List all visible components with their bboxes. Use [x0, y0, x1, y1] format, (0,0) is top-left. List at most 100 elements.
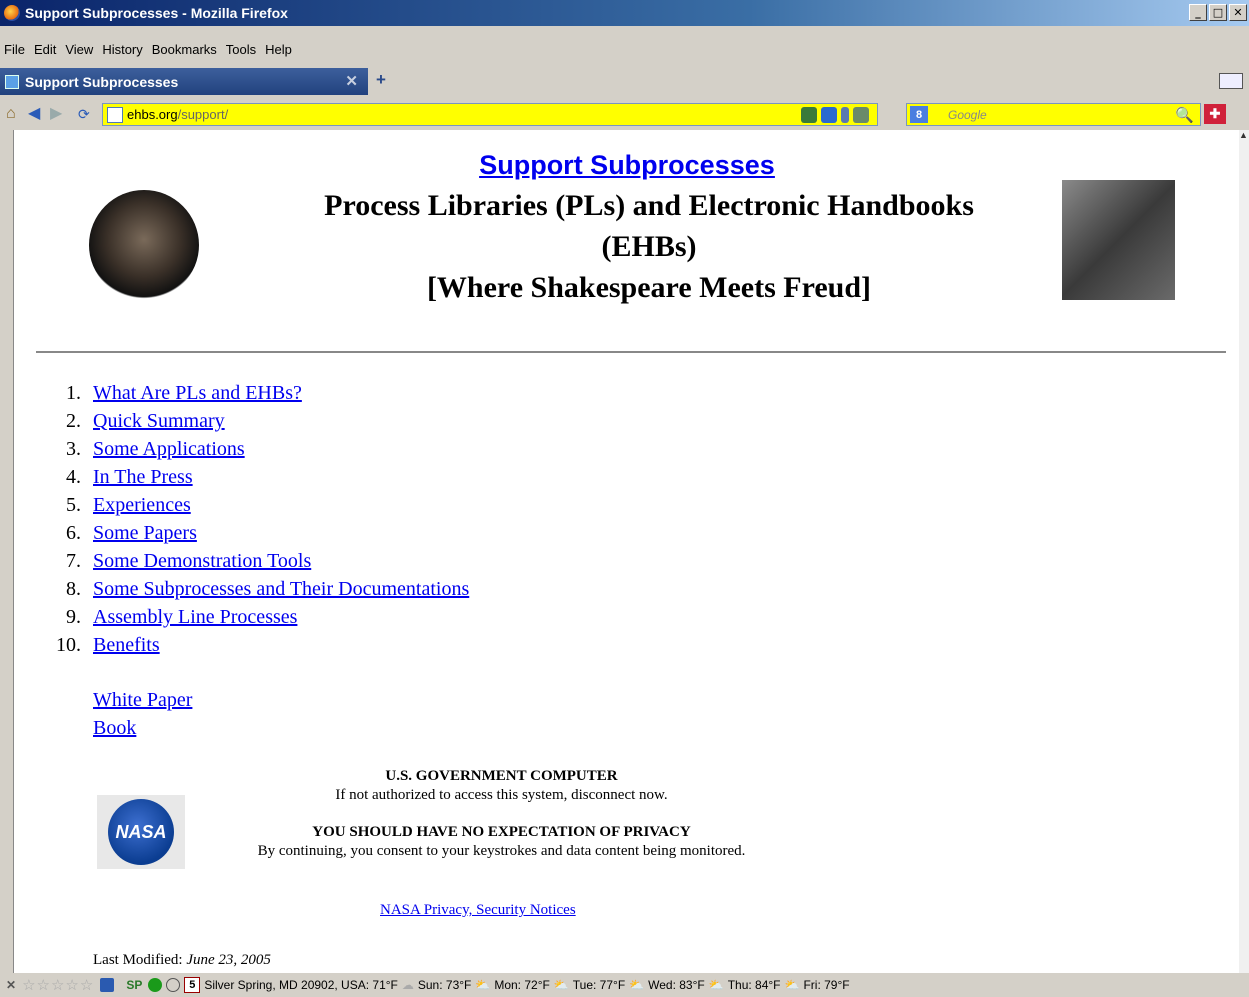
- url-path: /support/: [177, 107, 229, 122]
- dropdown-arrow-icon[interactable]: [841, 106, 849, 123]
- menu-history[interactable]: History: [102, 42, 142, 57]
- weather-current[interactable]: Silver Spring, MD 20902, USA: 71°F: [204, 978, 398, 992]
- toc-link[interactable]: Quick Summary: [93, 410, 225, 432]
- government-notice: U.S. GOVERNMENT COMPUTER If not authoriz…: [164, 767, 839, 861]
- minimize-button[interactable]: _: [1189, 4, 1207, 21]
- menu-edit[interactable]: Edit: [34, 42, 56, 57]
- menu-view[interactable]: View: [65, 42, 93, 57]
- addon-globe-icon[interactable]: [801, 106, 817, 123]
- toc-number: 10.: [56, 634, 81, 656]
- tab-list-icon[interactable]: [1219, 73, 1243, 89]
- toc-item: 4. In The Press: [49, 463, 469, 491]
- toc-link[interactable]: Some Applications: [93, 438, 245, 460]
- forecast-day[interactable]: Mon: 72°F: [494, 978, 550, 992]
- menu-tools[interactable]: Tools: [226, 42, 256, 57]
- horizontal-rule: [36, 351, 1226, 353]
- close-findbar-icon[interactable]: ✕: [6, 978, 16, 992]
- forecast-day[interactable]: Sun: 73°F: [418, 978, 472, 992]
- title-line-2: (EHBs): [601, 230, 697, 263]
- toc-link[interactable]: In The Press: [93, 466, 193, 488]
- sp-badge[interactable]: SP: [126, 978, 142, 992]
- maximize-button[interactable]: □: [1209, 4, 1227, 21]
- vertical-scrollbar[interactable]: [1239, 130, 1249, 973]
- toc-item: 3. Some Applications: [49, 435, 469, 463]
- rating-stars[interactable]: ☆☆☆☆☆: [22, 976, 94, 994]
- menu-bookmarks[interactable]: Bookmarks: [152, 42, 217, 57]
- toc-item: 9. Assembly Line Processes: [49, 603, 469, 631]
- menu-bar: File Edit View History Bookmarks Tools H…: [0, 38, 301, 60]
- page-title: Process Libraries (PLs) and Electronic H…: [264, 185, 1034, 308]
- search-bar[interactable]: 8 Google 🔍: [906, 103, 1201, 126]
- toc-link[interactable]: Some Subprocesses and Their Documentatio…: [93, 578, 469, 600]
- toc-link[interactable]: Experiences: [93, 494, 191, 516]
- last-modified-label: Last Modified:: [93, 952, 183, 968]
- tab-close-icon[interactable]: ✕: [345, 72, 358, 90]
- tab-support-subprocesses[interactable]: Support Subprocesses ✕: [0, 68, 368, 95]
- reload-icon[interactable]: ⟳: [78, 105, 90, 123]
- window-controls: _ □ ✕: [1189, 4, 1247, 21]
- last-modified-date: June 23, 2005: [186, 952, 271, 968]
- toc-number: 1.: [66, 382, 81, 404]
- title-line-3: [Where Shakespeare Meets Freud]: [426, 271, 872, 304]
- extra-links: White Paper Book: [93, 686, 192, 742]
- toc-number: 3.: [66, 438, 81, 460]
- toc-item: 10. Benefits: [49, 631, 469, 659]
- search-engine-icon[interactable]: 8: [910, 106, 928, 123]
- menu-help[interactable]: Help: [265, 42, 292, 57]
- info-icon[interactable]: [821, 106, 837, 123]
- refresh-addon-icon[interactable]: [853, 106, 869, 123]
- forecast-day[interactable]: Fri: 79°F: [803, 978, 849, 992]
- addon-cross-icon[interactable]: ✚: [1204, 104, 1226, 124]
- support-subprocesses-link[interactable]: Support Subprocesses: [479, 150, 775, 180]
- toc-item: 1. What Are PLs and EHBs?: [49, 379, 469, 407]
- page-content: Support Subprocesses Process Libraries (…: [13, 130, 1240, 973]
- toc-number: 6.: [66, 522, 81, 544]
- partly-sunny-icon: ⛅: [553, 978, 569, 992]
- url-host: ehbs.org: [127, 107, 178, 122]
- scroll-up-icon[interactable]: ▲: [1239, 130, 1249, 142]
- toc-number: 9.: [66, 606, 81, 628]
- home-icon[interactable]: ⌂: [6, 105, 16, 123]
- toc-item: 5. Experiences: [49, 491, 469, 519]
- notice-heading-1: U.S. GOVERNMENT COMPUTER: [385, 768, 618, 784]
- window-title-bar: Support Subprocesses - Mozilla Firefox _…: [0, 0, 1249, 26]
- url-tools: [801, 104, 877, 125]
- cloud-icon: ☁: [401, 978, 414, 992]
- notice-text-2: By continuing, you consent to your keyst…: [257, 843, 746, 859]
- search-input[interactable]: Google: [948, 108, 987, 122]
- navigation-bar: ⌂ ◀ ▶ ⟳ ehbs.org/support/ 8 Google 🔍: [0, 103, 1249, 126]
- addon-x-icon[interactable]: [100, 978, 115, 992]
- shakespeare-portrait: [89, 190, 199, 300]
- privacy-notices-link[interactable]: NASA Privacy, Security Notices: [380, 902, 576, 918]
- toc-link[interactable]: What Are PLs and EHBs?: [93, 382, 302, 404]
- status-green-icon[interactable]: [148, 978, 163, 992]
- book-link[interactable]: Book: [93, 717, 136, 739]
- toc-item: 7. Some Demonstration Tools: [49, 547, 469, 575]
- toc-link[interactable]: Benefits: [93, 634, 160, 656]
- toc-number: 4.: [66, 466, 81, 488]
- partly-sunny-icon: ⛅: [475, 978, 491, 992]
- new-tab-button[interactable]: +: [376, 70, 386, 90]
- firefox-icon: [4, 5, 20, 21]
- forecast-day[interactable]: Tue: 77°F: [573, 978, 625, 992]
- toc-link[interactable]: Some Demonstration Tools: [93, 550, 311, 572]
- toc-link[interactable]: Some Papers: [93, 522, 197, 544]
- toc-number: 2.: [66, 410, 81, 432]
- toc-number: 8.: [66, 578, 81, 600]
- calendar-icon[interactable]: 5: [184, 977, 201, 993]
- white-paper-link[interactable]: White Paper: [93, 689, 192, 711]
- site-identity-icon[interactable]: [107, 106, 123, 123]
- magnifier-icon[interactable]: 🔍: [1175, 106, 1194, 124]
- close-button[interactable]: ✕: [1229, 4, 1247, 21]
- toc-link[interactable]: Assembly Line Processes: [93, 606, 297, 628]
- back-icon[interactable]: ◀: [28, 105, 40, 123]
- url-bar[interactable]: ehbs.org/support/: [102, 103, 878, 126]
- tab-strip: Support Subprocesses ✕ +: [0, 68, 1249, 95]
- toc-item: 6. Some Papers: [49, 519, 469, 547]
- page-icon: [5, 74, 19, 89]
- clock-icon[interactable]: [166, 978, 181, 992]
- forecast-day[interactable]: Thu: 84°F: [728, 978, 781, 992]
- forward-icon[interactable]: ▶: [50, 105, 62, 123]
- menu-file[interactable]: File: [4, 42, 25, 57]
- forecast-day[interactable]: Wed: 83°F: [648, 978, 705, 992]
